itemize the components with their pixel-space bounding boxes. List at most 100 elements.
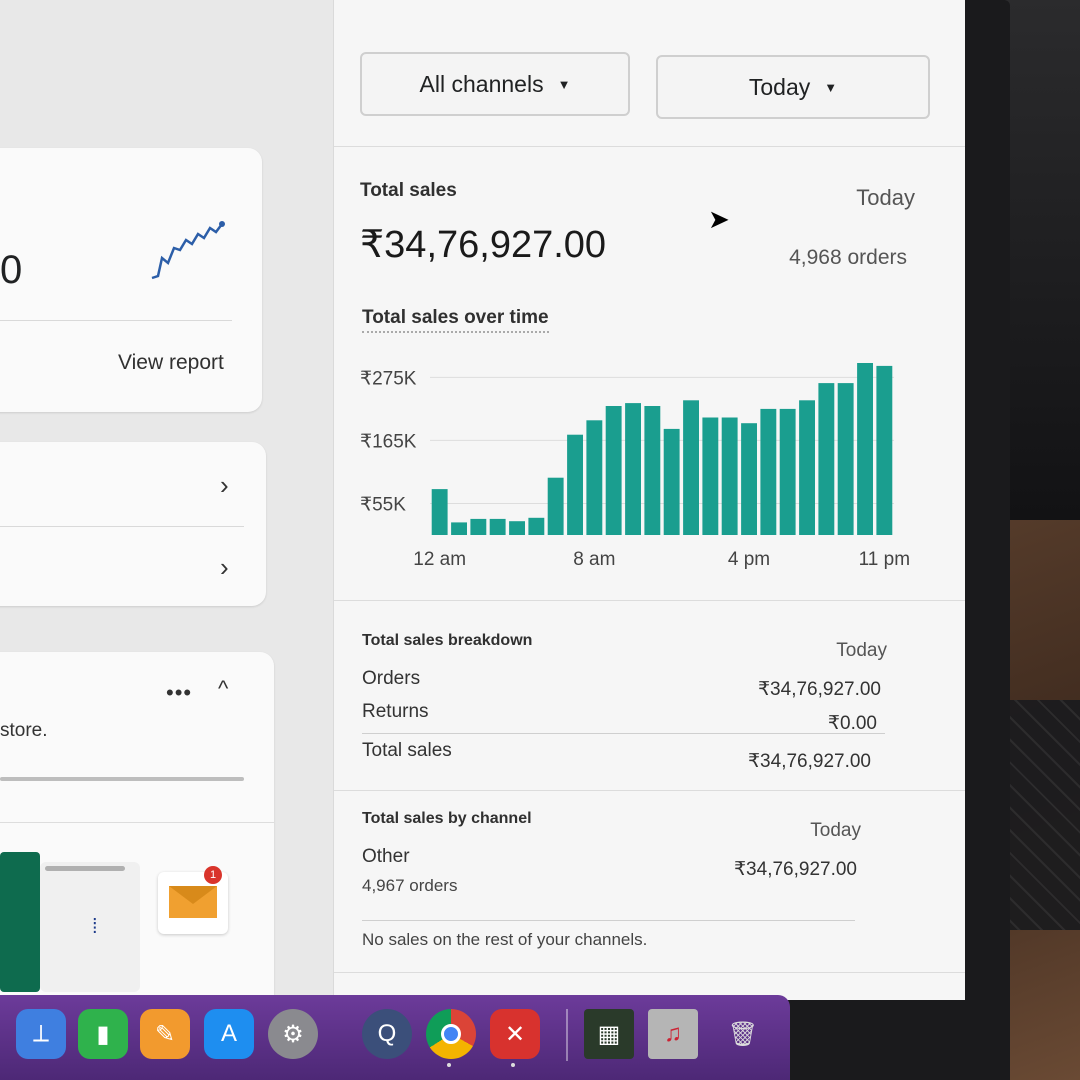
- card-divider: [0, 822, 274, 823]
- chart-bar[interactable]: [741, 423, 757, 535]
- chart-bar[interactable]: [625, 403, 641, 535]
- chart-bar[interactable]: [451, 522, 467, 535]
- nav-card: › ›: [0, 442, 266, 606]
- channel-value: ₹34,76,927.00: [733, 859, 857, 880]
- breakdown-returns-label: Returns: [362, 701, 429, 722]
- illustration-green: [0, 852, 40, 992]
- chart-bar[interactable]: [644, 406, 661, 535]
- chart-bar[interactable]: [567, 434, 583, 535]
- app-store-icon[interactable]: A: [204, 1009, 254, 1059]
- channel-orders: 4,967 orders: [362, 876, 458, 895]
- channel-name: Other: [362, 846, 410, 867]
- total-sales-amount: ₹34,76,927.00: [360, 224, 607, 266]
- macos-dock: ⟂ ▮ ✎ A ⚙ Q ✕ ▦ ♫ 🗑: [0, 995, 790, 1080]
- chart-bar[interactable]: [683, 400, 699, 535]
- illustration-line: [45, 866, 125, 871]
- chart-bar[interactable]: [702, 417, 719, 536]
- pages-icon[interactable]: ✎: [140, 1009, 190, 1059]
- mail-icon: [169, 886, 217, 918]
- chevron-right-icon[interactable]: ›: [220, 470, 229, 501]
- x-tick-label: 4 pm: [728, 549, 770, 570]
- view-report-link[interactable]: View report: [118, 351, 224, 375]
- chrome-icon[interactable]: [426, 1009, 476, 1059]
- setup-card: ••• ^ store. ⁞ 1: [0, 652, 274, 1000]
- chart-bar[interactable]: [547, 477, 564, 535]
- breakdown-title: Total sales breakdown: [362, 632, 533, 649]
- x-tick-label: 11 pm: [859, 549, 910, 570]
- illustration-card: [40, 862, 140, 992]
- breakdown-returns-value: ₹0.00: [827, 713, 877, 734]
- y-tick-label: ₹55K: [360, 494, 406, 515]
- channel-dropdown[interactable]: All channels ▼: [360, 52, 630, 116]
- channel-dropdown-label: All channels: [419, 70, 544, 97]
- channel-divider: [362, 920, 855, 921]
- y-tick-label: ₹165K: [360, 431, 417, 452]
- music-thumb-icon[interactable]: ♫: [648, 1009, 698, 1059]
- screen: 0 View report › › ••• ^ store. ⁞ 1 All c…: [0, 0, 965, 1000]
- card-divider: [0, 320, 232, 321]
- period-dropdown-label: Today: [748, 73, 811, 100]
- x-tick-label: 8 am: [573, 549, 615, 570]
- breakdown-orders-value: ₹34,76,927.00: [757, 679, 881, 700]
- chart-bar[interactable]: [876, 365, 893, 535]
- breakdown-total-value: ₹34,76,927.00: [747, 751, 871, 772]
- running-indicator: [511, 1063, 515, 1067]
- chart-bar[interactable]: [605, 406, 622, 535]
- breakdown-orders-label: Orders: [362, 668, 421, 689]
- trash-icon[interactable]: 🗑: [718, 1009, 768, 1059]
- breakdown-period: Today: [836, 640, 887, 661]
- mouse-cursor-icon: ➤: [708, 204, 730, 234]
- chart-bar[interactable]: [489, 518, 506, 535]
- total-sales-label: Total sales: [360, 180, 457, 201]
- section-divider: [334, 600, 965, 601]
- chart-bar[interactable]: [760, 408, 777, 535]
- more-options-icon[interactable]: •••: [166, 680, 192, 706]
- photo-thumb-icon[interactable]: ▦: [584, 1009, 634, 1059]
- breakdown-total-label: Total sales: [362, 740, 452, 761]
- by-channel-period: Today: [810, 820, 861, 841]
- chart-bar[interactable]: [857, 363, 873, 535]
- report-value: 0: [0, 248, 23, 292]
- section-divider: [334, 972, 965, 973]
- remote-desktop-icon[interactable]: ✕: [490, 1009, 540, 1059]
- setup-text: store.: [0, 720, 48, 741]
- chart-bar[interactable]: [779, 408, 796, 535]
- system-settings-icon[interactable]: ⚙: [268, 1009, 318, 1059]
- running-indicator: [447, 1063, 451, 1067]
- section-divider: [334, 790, 965, 791]
- chart-bar[interactable]: [799, 400, 815, 535]
- progress-bar: [0, 777, 244, 781]
- chart-bar[interactable]: [663, 428, 680, 535]
- report-card: 0 View report: [0, 148, 262, 412]
- chart-bar[interactable]: [509, 521, 525, 535]
- sales-over-time-label[interactable]: Total sales over time: [362, 307, 549, 333]
- breakdown-divider: [362, 733, 885, 734]
- x-tick-label: 12 am: [413, 549, 466, 570]
- dock-separator: [566, 1009, 568, 1061]
- card-divider: [0, 526, 244, 527]
- y-tick-label: ₹275K: [360, 368, 417, 389]
- chart-bar[interactable]: [721, 417, 738, 536]
- keynote-icon[interactable]: ⟂: [16, 1009, 66, 1059]
- numbers-icon[interactable]: ▮: [78, 1009, 128, 1059]
- section-divider: [334, 146, 965, 147]
- analytics-panel: All channels ▼ Today ▼ Total sales Today…: [333, 0, 965, 1000]
- total-sales-period: Today: [856, 185, 915, 210]
- notification-badge: 1: [204, 866, 222, 884]
- chart-bar[interactable]: [837, 383, 854, 535]
- caret-down-icon: ▼: [557, 76, 571, 92]
- chart-bar[interactable]: [470, 518, 487, 535]
- chevron-up-icon[interactable]: ^: [218, 676, 228, 702]
- chevron-right-icon[interactable]: ›: [220, 552, 229, 583]
- illustration-node-icon: ⁞: [92, 916, 98, 938]
- chart-bar[interactable]: [431, 489, 448, 535]
- chart-bar[interactable]: [818, 383, 835, 535]
- period-dropdown[interactable]: Today ▼: [656, 55, 930, 119]
- caret-down-icon: ▼: [824, 79, 838, 95]
- by-channel-title: Total sales by channel: [362, 810, 532, 827]
- chart-bar[interactable]: [586, 420, 603, 535]
- mail-tile: 1: [158, 866, 228, 934]
- quicktime-icon[interactable]: Q: [362, 1009, 412, 1059]
- sales-bar-chart: ₹275K ₹165K ₹55K 12 am 8 am 4 pm 11 pm: [360, 363, 910, 570]
- chart-bar[interactable]: [528, 517, 545, 535]
